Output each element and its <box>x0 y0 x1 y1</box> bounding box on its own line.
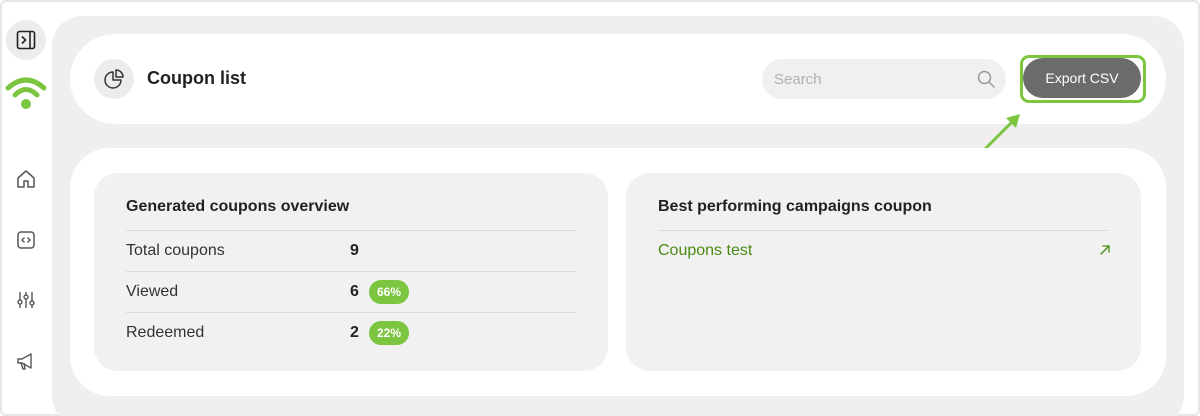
wifi-logo-icon[interactable] <box>5 74 47 112</box>
row-value: 9 <box>350 242 359 259</box>
sidebar-item-home[interactable] <box>12 165 40 193</box>
row-value: 2 <box>350 324 359 341</box>
best-campaigns-panel: Best performing campaigns coupon Coupons… <box>626 173 1141 371</box>
percent-badge: 22% <box>369 321 410 345</box>
campaign-link[interactable]: Coupons test <box>658 242 752 260</box>
overview-row-total: Total coupons 9 <box>126 230 576 271</box>
overview-row-redeemed: Redeemed 2 22% <box>126 312 576 353</box>
search-input[interactable] <box>762 59 1006 99</box>
title-icon-wrap <box>94 59 134 99</box>
percent-badge: 66% <box>369 280 410 304</box>
sidebar <box>0 0 52 416</box>
row-value: 6 <box>350 283 359 300</box>
sidebar-item-campaigns[interactable] <box>12 347 40 375</box>
arrow-annotation-icon <box>984 114 1020 150</box>
export-csv-button[interactable]: Export CSV <box>1023 58 1141 98</box>
campaigns-title: Best performing campaigns coupon <box>658 198 932 215</box>
pie-chart-icon <box>104 69 124 89</box>
search-box <box>762 59 1006 99</box>
row-label: Viewed <box>126 283 179 300</box>
sidebar-item-settings[interactable] <box>12 286 40 314</box>
external-link-icon[interactable] <box>1098 243 1112 257</box>
row-label: Redeemed <box>126 324 205 341</box>
row-label: Total coupons <box>126 242 225 259</box>
home-icon <box>17 170 35 188</box>
overview-row-viewed: Viewed 6 66% <box>126 271 576 312</box>
megaphone-icon <box>17 353 32 370</box>
coupons-overview-panel: Generated coupons overview Total coupons… <box>94 173 608 371</box>
search-icon[interactable] <box>976 69 996 89</box>
overview-title: Generated coupons overview <box>126 198 350 215</box>
sidebar-toggle-icon <box>16 30 36 50</box>
sliders-icon <box>17 292 35 308</box>
page-title: Coupon list <box>147 68 246 88</box>
sidebar-toggle-button[interactable] <box>6 20 46 60</box>
campaign-row[interactable]: Coupons test <box>658 230 1110 271</box>
sidebar-item-code[interactable] <box>12 226 40 254</box>
code-icon <box>17 231 35 249</box>
